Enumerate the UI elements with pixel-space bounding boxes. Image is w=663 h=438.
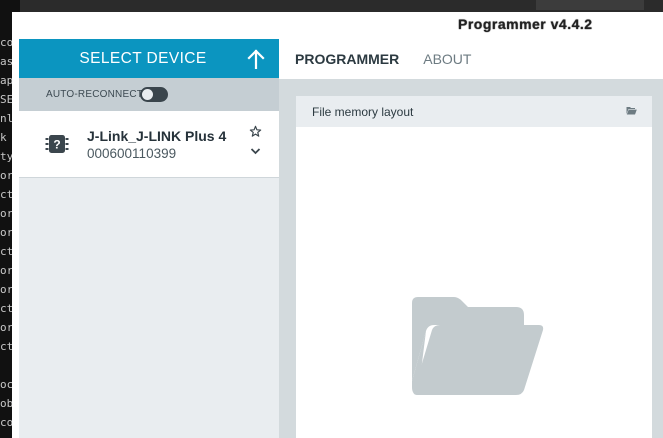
select-device-button[interactable]: SELECT DEVICE: [19, 39, 279, 78]
chip-question-icon: ?: [45, 135, 69, 153]
star-icon[interactable]: [249, 125, 262, 138]
window-titlebar[interactable]: Programmer v4.4.2: [12, 12, 663, 39]
app-window: Programmer v4.4.2 SELECT DEVICE AUTO-REC…: [12, 12, 663, 438]
tab-programmer[interactable]: PROGRAMMER: [295, 51, 399, 67]
card-header: File memory layout: [296, 96, 652, 127]
main-content: PROGRAMMER ABOUT File memory layout: [279, 39, 663, 438]
toggle-knob: [142, 89, 153, 100]
window-title: Programmer v4.4.2: [458, 16, 593, 32]
device-name: J-Link_J-LINK Plus 4: [87, 128, 227, 144]
background-window-fragment: [536, 0, 644, 10]
background-top-band: [0, 0, 663, 12]
auto-reconnect-label: AUTO-RECONNECT: [46, 89, 144, 100]
svg-text:?: ?: [53, 138, 60, 152]
tab-about[interactable]: ABOUT: [423, 51, 471, 67]
auto-reconnect-toggle[interactable]: [140, 87, 168, 102]
select-device-label: SELECT DEVICE: [79, 49, 207, 67]
file-memory-layout-card[interactable]: File memory layout: [296, 96, 652, 438]
device-sidebar: SELECT DEVICE AUTO-RECONNECT ? J-Link_J-…: [19, 39, 279, 438]
device-serial: 000600110399: [87, 146, 177, 161]
card-title: File memory layout: [312, 104, 414, 119]
up-arrow-icon[interactable]: [247, 49, 265, 69]
folder-open-icon[interactable]: [626, 106, 637, 115]
auto-reconnect-row: AUTO-RECONNECT: [19, 78, 279, 111]
chevron-down-icon[interactable]: [250, 147, 261, 155]
tab-bar: PROGRAMMER ABOUT: [279, 39, 663, 79]
folder-open-icon: [412, 297, 544, 395]
device-item[interactable]: ? J-Link_J-LINK Plus 4 000600110399: [19, 111, 279, 178]
